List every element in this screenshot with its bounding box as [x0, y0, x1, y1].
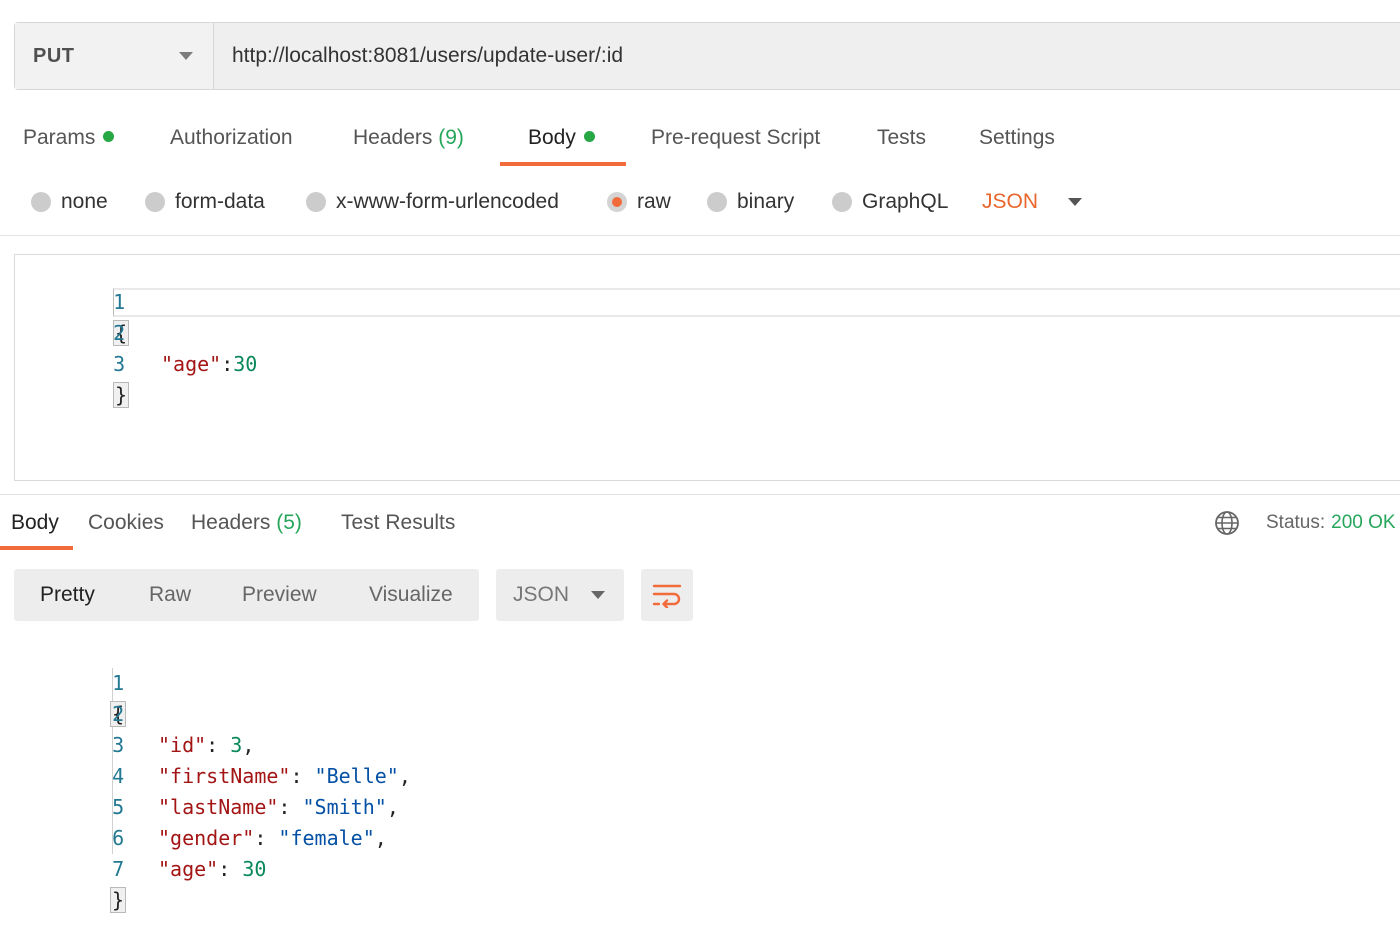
radio-graphql-circle — [832, 192, 852, 212]
body-active-dot — [583, 130, 595, 142]
wrap-lines-icon — [652, 584, 682, 608]
response-line-4: 4 "lastName": "Smith", — [12, 730, 1400, 819]
wrap-lines-button[interactable] — [641, 569, 693, 621]
tab-params[interactable]: Params — [23, 112, 115, 166]
tab-settings[interactable]: Settings — [979, 112, 1055, 166]
chevron-down-icon — [591, 591, 606, 599]
url-input[interactable] — [214, 23, 1400, 89]
response-status: Status: 200 OK — [1266, 512, 1396, 534]
tab-body[interactable]: Body — [500, 112, 626, 166]
request-line-3: 3 } — [15, 318, 1400, 408]
radio-binary[interactable]: binary — [707, 180, 794, 224]
json-value: 30 — [242, 857, 267, 881]
radio-urlencoded-label: x-www-form-urlencoded — [336, 190, 559, 213]
response-line-2: 2 "id": 3, — [12, 668, 1400, 757]
tab-params-label: Params — [23, 126, 96, 149]
chevron-down-icon — [1068, 198, 1083, 206]
request-line-2: 2 "age":30 — [15, 287, 1400, 376]
request-body-editor[interactable]: 1 { 2 "age":30 3 } — [14, 254, 1400, 481]
response-tab-cookies[interactable]: Cookies — [88, 500, 164, 550]
tab-settings-label: Settings — [979, 126, 1055, 149]
method-label: PUT — [33, 44, 75, 67]
response-tab-headers-label: Headers — [191, 511, 271, 534]
params-active-dot — [103, 130, 115, 142]
tab-body-label: Body — [528, 126, 576, 149]
body-type-radios: none form-data x-www-form-urlencoded raw… — [0, 180, 1400, 224]
divider — [0, 235, 1400, 236]
view-preview-button[interactable]: Preview — [242, 569, 317, 621]
response-tab-test-results[interactable]: Test Results — [341, 500, 455, 550]
tab-headers[interactable]: Headers (9) — [353, 112, 464, 166]
tab-headers-count: (9) — [438, 126, 464, 149]
view-raw-button[interactable]: Raw — [149, 569, 191, 621]
json-value: 30 — [233, 352, 258, 376]
response-line-3: 3 "firstName": "Belle", — [12, 699, 1400, 788]
radio-none-label: none — [61, 190, 108, 213]
radio-urlencoded-circle — [306, 192, 326, 212]
view-visualize-label: Visualize — [369, 583, 453, 606]
response-tabs: Body Cookies Headers (5) Test Results — [0, 500, 1400, 550]
response-line-7: 7 } — [12, 823, 1400, 913]
request-line-1: 1 { — [15, 256, 1400, 346]
radio-none-circle — [31, 192, 51, 212]
view-pretty-label: Pretty — [40, 583, 95, 606]
response-tab-cookies-label: Cookies — [88, 511, 164, 534]
globe-icon[interactable] — [1214, 510, 1240, 536]
response-tab-headers[interactable]: Headers (5) — [191, 500, 302, 550]
request-url-bar: PUT — [14, 22, 1400, 90]
tab-pre-request-script[interactable]: Pre-request Script — [651, 112, 820, 166]
json-key: "age" — [161, 352, 222, 376]
response-line-6: 6 "age": 30 — [12, 792, 1400, 881]
radio-raw-circle — [607, 192, 627, 212]
chevron-down-icon — [179, 52, 193, 60]
view-preview-label: Preview — [242, 583, 317, 606]
response-line-1: 1 { — [12, 637, 1400, 727]
response-body-viewer: 1 { 2 "id": 3, 3 "firstName": "Belle", 4… — [12, 637, 1400, 913]
status-label: Status: — [1266, 512, 1326, 533]
method-dropdown[interactable]: PUT — [15, 23, 214, 89]
json-colon: : — [221, 352, 234, 376]
tab-authorization[interactable]: Authorization — [170, 112, 293, 166]
view-visualize-button[interactable]: Visualize — [369, 569, 453, 621]
radio-form-data-label: form-data — [175, 190, 265, 213]
response-tab-headers-count: (5) — [276, 511, 302, 534]
line-number: 7 — [112, 857, 125, 881]
radio-form-data[interactable]: form-data — [145, 180, 265, 224]
response-tab-test-results-label: Test Results — [341, 511, 456, 534]
radio-binary-label: binary — [737, 190, 795, 213]
radio-form-data-circle — [145, 192, 165, 212]
response-line-5: 5 "gender": "female", — [12, 761, 1400, 850]
json-key: "age" — [158, 857, 219, 881]
view-pretty-button[interactable]: Pretty — [40, 569, 95, 621]
response-format-label: JSON — [513, 583, 570, 606]
response-tab-body[interactable]: Body — [0, 500, 73, 550]
tab-tests-label: Tests — [877, 126, 927, 149]
radio-x-www-form-urlencoded[interactable]: x-www-form-urlencoded — [306, 180, 559, 224]
radio-graphql[interactable]: GraphQL — [832, 180, 948, 224]
divider — [0, 494, 1400, 495]
tab-headers-label: Headers — [353, 126, 433, 149]
radio-binary-circle — [707, 192, 727, 212]
radio-graphql-label: GraphQL — [862, 190, 949, 213]
response-format-dropdown[interactable]: JSON — [496, 569, 624, 621]
tab-pre-request-script-label: Pre-request Script — [651, 126, 821, 149]
body-format-label: JSON — [982, 190, 1039, 213]
radio-none[interactable]: none — [31, 180, 108, 224]
line-number: 3 — [113, 352, 126, 376]
view-raw-label: Raw — [149, 583, 192, 606]
close-brace: } — [110, 887, 127, 913]
tab-authorization-label: Authorization — [170, 126, 293, 149]
radio-raw[interactable]: raw — [607, 180, 671, 224]
status-value: 200 OK — [1331, 512, 1396, 533]
request-tabs: Params Authorization Headers (9) Body Pr… — [0, 112, 1400, 166]
radio-raw-label: raw — [637, 190, 671, 213]
tab-tests[interactable]: Tests — [877, 112, 926, 166]
view-mode-group: Pretty Raw Preview Visualize — [14, 569, 479, 621]
response-tab-body-label: Body — [11, 511, 59, 534]
close-brace: } — [113, 382, 130, 408]
body-format-dropdown[interactable]: JSON — [982, 180, 1083, 224]
